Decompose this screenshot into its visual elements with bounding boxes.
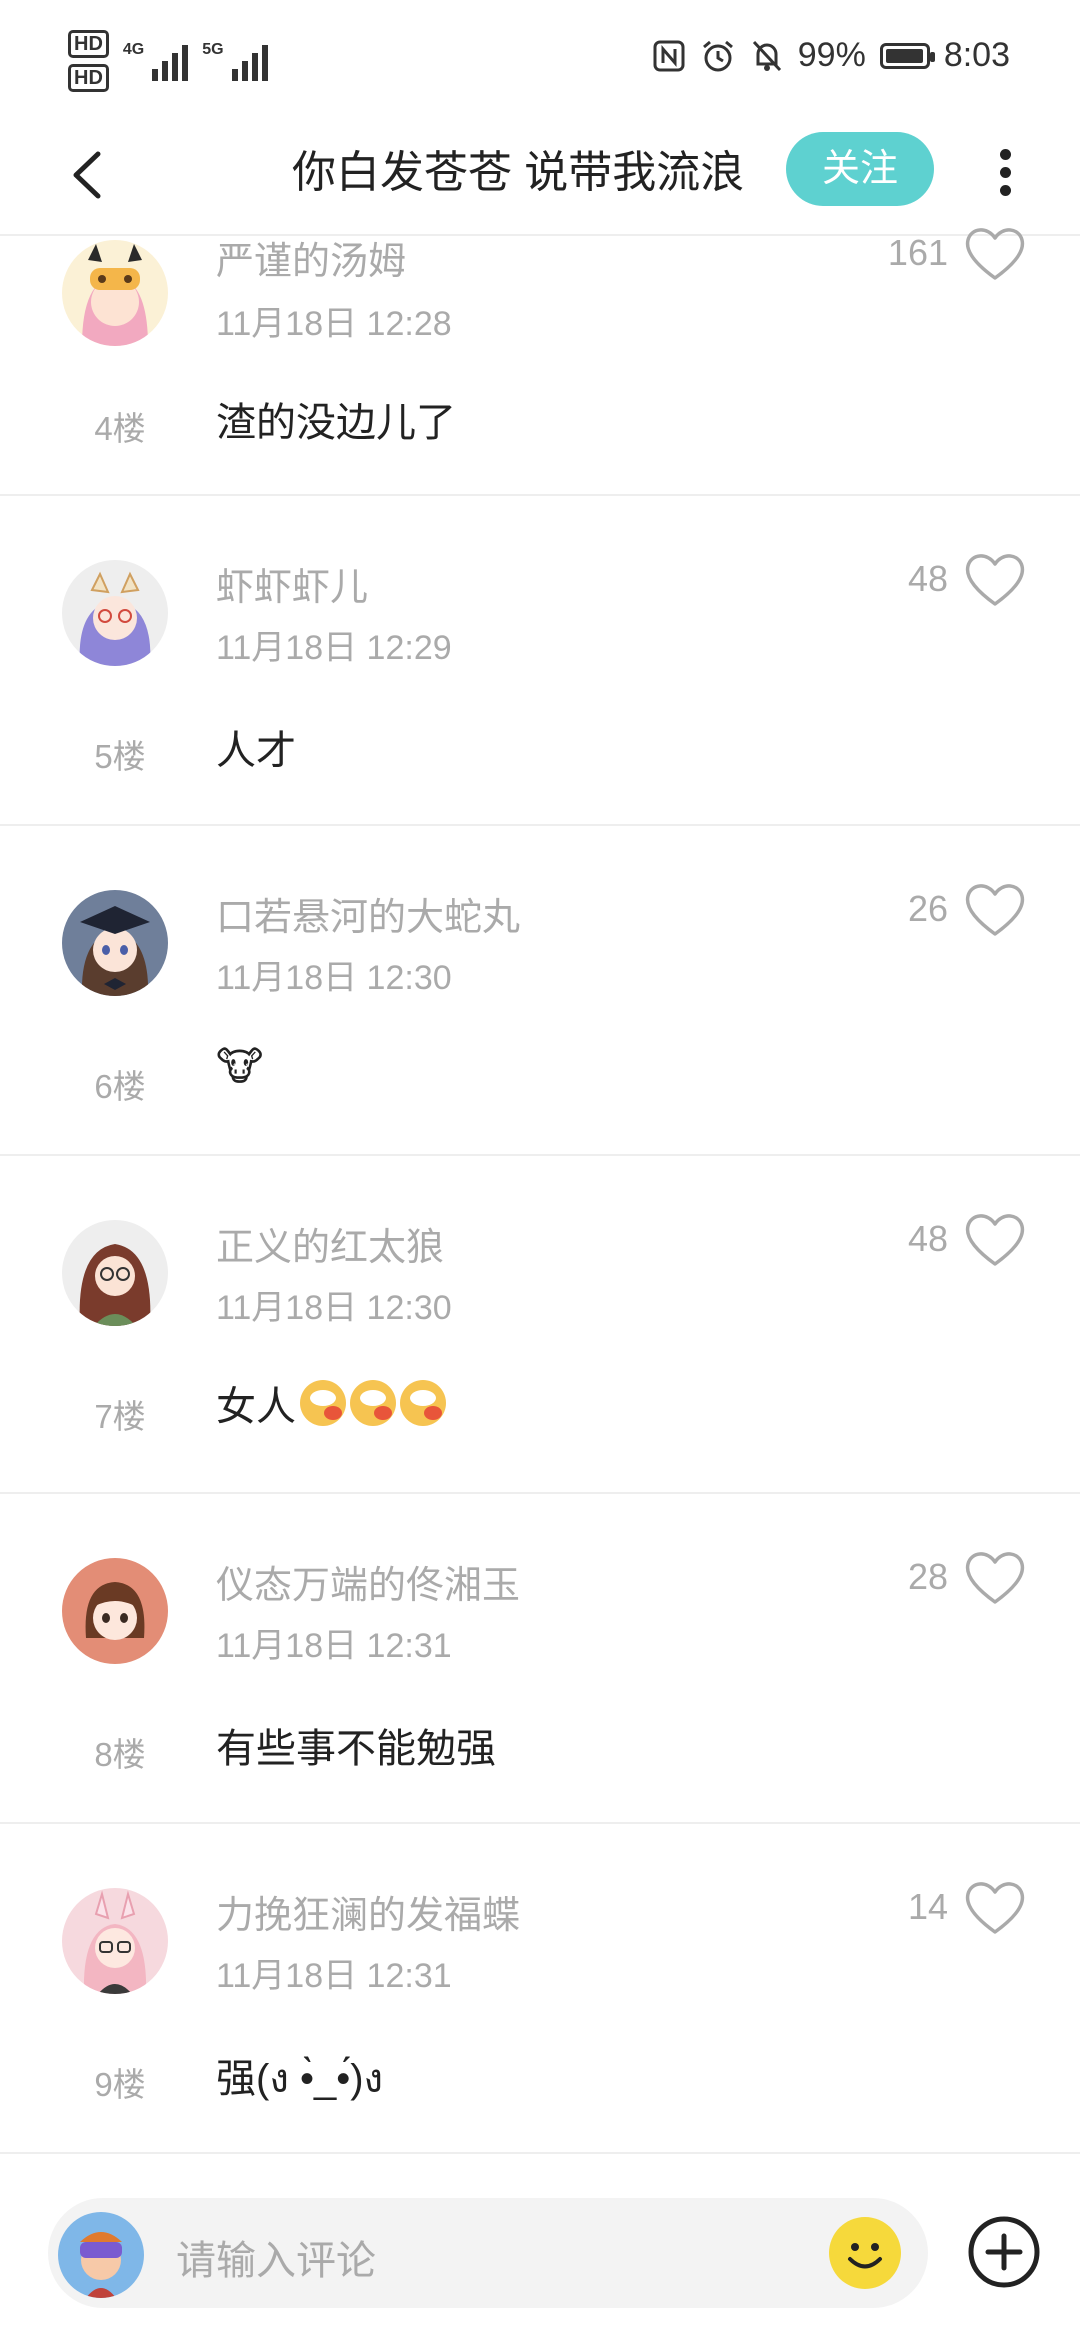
- comment-time: 11月18日 12:31: [216, 1957, 452, 1995]
- comment-text-body: 人才: [216, 729, 296, 773]
- comment-text-body: 渣的没边儿了: [216, 401, 456, 445]
- comment-author[interactable]: 虾虾虾儿: [216, 556, 368, 611]
- comment-time: 11月18日 12:31: [216, 1627, 452, 1665]
- avatar[interactable]: [62, 890, 168, 996]
- emoji-icon[interactable]: [828, 2216, 902, 2290]
- avatar[interactable]: [62, 240, 168, 346]
- comment-author[interactable]: 力挽狂澜的发福蝶: [216, 1884, 520, 1939]
- comment-text: 女人: [216, 1374, 446, 1432]
- avatar[interactable]: [62, 1220, 168, 1326]
- comment-item: 正义的红太狼 11月18日 12:30 48 7楼 女人: [0, 1156, 1080, 1494]
- page-title: 你白发苍苍 说带我流浪: [292, 148, 745, 197]
- heart-icon[interactable]: [962, 1548, 1028, 1608]
- status-bar: HD HD 4G 5G 99% 8:03: [0, 0, 1080, 120]
- comment-text: 有些事不能勉强: [216, 1716, 496, 1774]
- floor-label: 7楼: [94, 1398, 146, 1435]
- comment-time: 11月18日 12:28: [216, 305, 452, 343]
- heart-icon[interactable]: [962, 550, 1028, 610]
- comment-item: 仪态万端的佟湘玉 11月18日 12:31 28 8楼 有些事不能勉强: [0, 1494, 1080, 1824]
- floor-label: 4楼: [94, 410, 146, 447]
- net1-label: 4G: [122, 41, 145, 58]
- status-left: HD HD 4G 5G: [68, 30, 268, 92]
- back-arrow-icon[interactable]: [60, 140, 120, 210]
- like-count: 161: [887, 232, 948, 273]
- hd1-badge: HD: [68, 30, 109, 58]
- comment-author[interactable]: 口若悬河的大蛇丸: [216, 886, 520, 941]
- comment-item: 力挽狂澜的发福蝶 11月18日 12:31 14 9楼 强(ง •̀_•́)ง: [0, 1824, 1080, 2154]
- alarm-icon: [702, 40, 733, 71]
- heart-icon[interactable]: [962, 224, 1028, 284]
- avatar[interactable]: [62, 1558, 168, 1664]
- comment-time: 11月18日 12:30: [216, 959, 452, 997]
- heart-icon[interactable]: [962, 880, 1028, 940]
- floor-label: 8楼: [94, 1736, 146, 1773]
- comment-text-body: 有些事不能勉强: [216, 1727, 496, 1771]
- floor-label: 6楼: [94, 1068, 146, 1105]
- floor-label: 9楼: [94, 2066, 146, 2103]
- drooling-face-icon: [300, 1380, 346, 1426]
- like-count: 48: [907, 1218, 948, 1259]
- comment-author[interactable]: 仪态万端的佟湘玉: [216, 1554, 520, 1609]
- cow-face-icon: 🐮: [216, 1045, 264, 1089]
- heart-icon[interactable]: [962, 1210, 1028, 1270]
- comment-author[interactable]: 正义的红太狼: [216, 1216, 444, 1271]
- battery-fill: [885, 48, 924, 63]
- add-icon[interactable]: [966, 2214, 1042, 2290]
- comment-item: 严谨的汤姆 11月18日 12:28 161 4楼 渣的没边儿了: [0, 228, 1080, 496]
- input-placeholder: 请输入评论: [176, 2239, 376, 2283]
- avatar[interactable]: [62, 560, 168, 666]
- avatar[interactable]: [62, 1888, 168, 1994]
- floor-label: 5楼: [94, 738, 146, 775]
- bell-off-icon: [752, 40, 781, 71]
- comment-input-bar: 请输入评论: [0, 2160, 1080, 2340]
- comment-text: 渣的没边儿了: [216, 390, 456, 448]
- top-bar: 你白发苍苍 说带我流浪 关注: [0, 120, 1080, 236]
- clock: 8:03: [943, 36, 1010, 74]
- my-avatar: [58, 2212, 144, 2298]
- nfc-icon: [653, 40, 685, 71]
- comment-text-body: 强(ง •̀_•́)ง: [216, 2057, 384, 2101]
- more-options-icon[interactable]: [990, 142, 1020, 212]
- comment-time: 11月18日 12:29: [216, 629, 452, 667]
- status-right: 99% 8:03: [652, 36, 1010, 75]
- comment-list: 严谨的汤姆 11月18日 12:28 161 4楼 渣的没边儿了 虾虾虾儿 11…: [0, 228, 1080, 2154]
- signal-1-icon: 4G: [122, 41, 189, 81]
- follow-button[interactable]: 关注: [786, 132, 934, 206]
- battery-percent: 99%: [797, 36, 866, 74]
- like-count: 48: [907, 558, 948, 599]
- comment-item: 口若悬河的大蛇丸 11月18日 12:30 26 6楼 🐮: [0, 826, 1080, 1156]
- like-count: 28: [907, 1556, 948, 1597]
- comment-text: 强(ง •̀_•́)ง: [216, 2046, 383, 2110]
- battery-icon: [879, 42, 935, 69]
- signal-2-icon: 5G: [202, 41, 268, 81]
- like-count: 14: [907, 1886, 948, 1927]
- comment-time: 11月18日 12:30: [216, 1289, 452, 1327]
- comment-author[interactable]: 严谨的汤姆: [216, 230, 406, 285]
- drooling-face-icon: [350, 1380, 396, 1426]
- like-count: 26: [907, 888, 948, 929]
- hd2-badge: HD: [68, 64, 109, 92]
- comment-text-body: 女人: [216, 1385, 296, 1429]
- heart-icon[interactable]: [962, 1878, 1028, 1938]
- comment-text: 人才: [216, 718, 296, 776]
- drooling-face-icon: [400, 1380, 446, 1426]
- comment-text: 🐮: [216, 1044, 263, 1090]
- comment-item: 虾虾虾儿 11月18日 12:29 48 5楼 人才: [0, 496, 1080, 826]
- net2-label: 5G: [202, 41, 224, 58]
- hd-indicators: HD HD: [68, 30, 109, 92]
